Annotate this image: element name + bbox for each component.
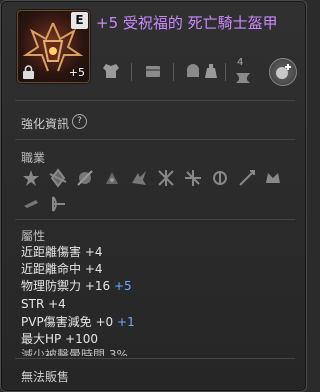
class-dragonknight-icon	[132, 171, 146, 185]
bonus-value: +5	[113, 279, 132, 293]
stat-line: 近距離傷害 +4	[21, 245, 103, 259]
lock-icon[interactable]	[22, 65, 35, 79]
divider	[131, 63, 132, 81]
divider	[15, 139, 295, 140]
grade-badge: E	[71, 12, 88, 29]
divider	[225, 63, 226, 81]
class-archer-icon	[52, 196, 65, 212]
class-gunner-icon	[24, 200, 38, 208]
anvil-icon	[236, 73, 250, 83]
divider	[15, 358, 295, 359]
properties-section-title: 屬性	[21, 229, 46, 243]
class-elf-icon	[49, 168, 67, 188]
class-warrior-icon	[185, 170, 201, 186]
class-fencer-icon	[213, 171, 227, 185]
item-tooltip: E +5 +5 受祝福的 死亡騎士盔甲 4 強化資訊 ? 職業 屬性 近距離傷害…	[0, 0, 307, 392]
stat-line-truncated: 減少被擊暈時間 3%	[21, 348, 128, 356]
stat-line: 物理防禦力 +16 +5	[21, 279, 132, 293]
item-name: +5 受祝福的 死亡騎士盔甲	[96, 14, 278, 32]
divider	[15, 219, 295, 220]
stat-line: 近距離命中 +4	[21, 262, 103, 276]
class-lancer-icon	[239, 170, 255, 186]
class-illusionist-icon	[158, 170, 174, 186]
class-royal-icon	[266, 173, 280, 183]
bonus-value: +1	[117, 315, 135, 329]
gem-slot-icon	[276, 64, 291, 79]
item-icon[interactable]: E +5	[17, 10, 90, 83]
stat-icons-row: 4	[101, 57, 301, 91]
gem-slot-button[interactable]	[269, 58, 297, 86]
cannot-sell-label: 無法販售	[21, 370, 70, 384]
armor-stat-icon[interactable]	[101, 61, 121, 81]
stat-line: 最大HP +100	[21, 332, 99, 346]
helmet-stat-icon[interactable]	[183, 61, 203, 81]
bag-stat-icon[interactable]	[201, 61, 221, 81]
divider	[15, 100, 295, 101]
enchant-level: +5	[68, 66, 85, 79]
help-icon[interactable]: ?	[72, 114, 87, 129]
class-darkelf-icon	[106, 172, 118, 184]
divider	[173, 63, 174, 81]
stat-line: STR +4	[21, 297, 66, 311]
stat-line: PVP傷害減免 +0 +1	[21, 315, 135, 329]
class-knight-icon	[23, 170, 39, 186]
enhance-info-label: 強化資訊	[21, 117, 70, 131]
chest-stat-icon[interactable]	[143, 61, 163, 81]
class-wizard-icon	[77, 170, 93, 186]
class-section-title: 職業	[21, 151, 46, 165]
